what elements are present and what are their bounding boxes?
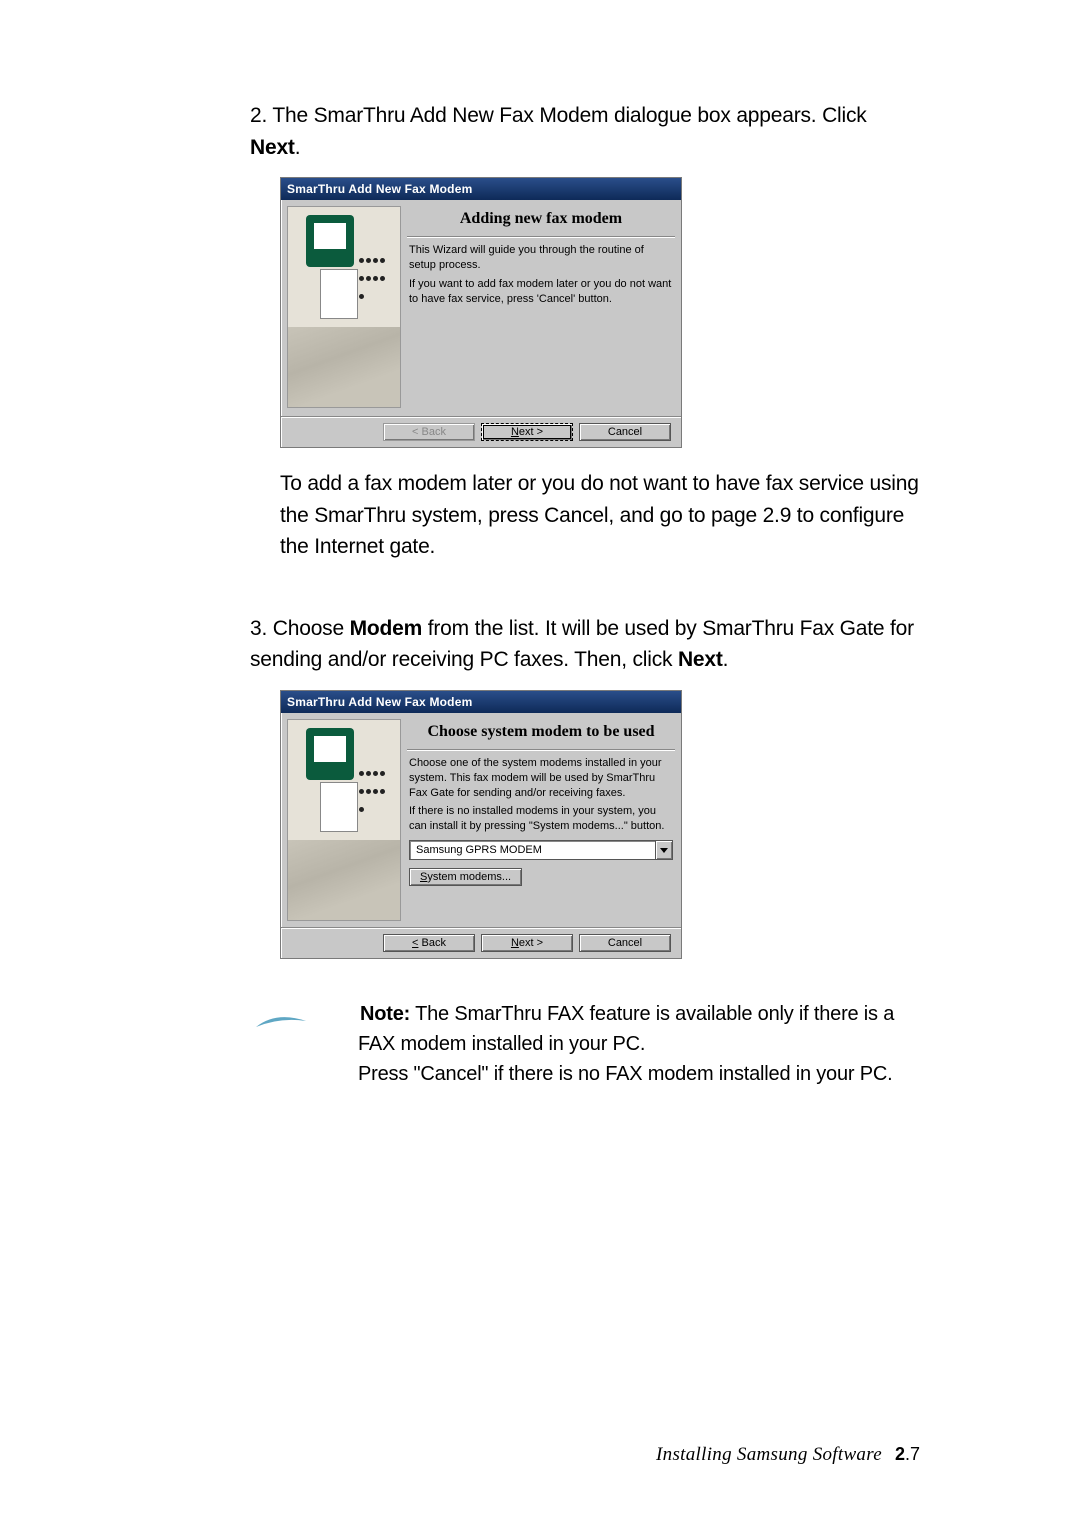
step-text: Choose bbox=[273, 617, 350, 640]
step-3: 3. Choose Modem from the list. It will b… bbox=[250, 613, 920, 676]
combo-value: Samsung GPRS MODEM bbox=[410, 841, 655, 859]
wizard-image bbox=[287, 206, 401, 408]
step-number: 3. bbox=[250, 617, 267, 640]
dialog-right-pane: Choose system modem to be used Choose on… bbox=[407, 719, 675, 921]
dialog-paragraph: This Wizard will guide you through the r… bbox=[409, 243, 673, 273]
emphasis-next: Next bbox=[678, 648, 723, 671]
emphasis-modem: Modem bbox=[350, 617, 423, 640]
separator bbox=[407, 236, 675, 237]
dialog-add-fax-modem-1: SmarThru Add New Fax Modem Adding new fa… bbox=[280, 177, 682, 448]
step-text-tail: . bbox=[295, 136, 301, 159]
chapter-number: 2 bbox=[895, 1444, 905, 1464]
back-button[interactable]: < Back bbox=[383, 423, 475, 441]
emphasis-next: Next bbox=[250, 136, 295, 159]
section-name: Installing Samsung Software bbox=[656, 1444, 882, 1465]
page-footer: Installing Samsung Software 2.7 bbox=[656, 1444, 920, 1466]
note-swoosh-icon bbox=[306, 1008, 360, 1022]
dialog-paragraph: If there is no installed modems in your … bbox=[409, 804, 673, 834]
page-number: .7 bbox=[905, 1444, 920, 1464]
content-column: 2. The SmarThru Add New Fax Modem dialog… bbox=[250, 100, 920, 1089]
dialog-title: SmarThru Add New Fax Modem bbox=[281, 691, 681, 713]
dialog-heading: Choose system modem to be used bbox=[407, 723, 675, 741]
chevron-down-icon[interactable] bbox=[655, 841, 672, 859]
dialog-heading: Adding new fax modem bbox=[407, 210, 675, 228]
note-text-line2: Press "Cancel" if there is no FAX modem … bbox=[250, 1059, 920, 1089]
paragraph: To add a fax modem later or you do not w… bbox=[280, 468, 920, 563]
dialog-paragraph: Choose one of the system modems installe… bbox=[409, 756, 673, 801]
dialog-body: Choose system modem to be used Choose on… bbox=[281, 713, 681, 927]
back-button[interactable]: < Back bbox=[383, 934, 475, 952]
note-block: Note: The SmarThru FAX feature is availa… bbox=[250, 999, 920, 1089]
cancel-button[interactable]: Cancel bbox=[579, 423, 671, 441]
step-number: 2. bbox=[250, 104, 267, 127]
note-label: Note: bbox=[360, 1003, 410, 1025]
next-button[interactable]: Next > bbox=[481, 934, 573, 952]
step-text-tail: . bbox=[723, 648, 729, 671]
next-button[interactable]: Next > bbox=[481, 423, 573, 441]
modem-combobox[interactable]: Samsung GPRS MODEM bbox=[409, 840, 673, 860]
dialog-paragraph: If you want to add fax modem later or yo… bbox=[409, 277, 673, 307]
cancel-button[interactable]: Cancel bbox=[579, 934, 671, 952]
wizard-image bbox=[287, 719, 401, 921]
system-modems-button[interactable]: System modems... bbox=[409, 868, 522, 886]
page: 2. The SmarThru Add New Fax Modem dialog… bbox=[0, 0, 1080, 1526]
dialog-body: Adding new fax modem This Wizard will gu… bbox=[281, 200, 681, 416]
step-text: The SmarThru Add New Fax Modem dialogue … bbox=[272, 104, 866, 127]
dialog-add-fax-modem-2: SmarThru Add New Fax Modem Choose system… bbox=[280, 690, 682, 959]
dialog-right-pane: Adding new fax modem This Wizard will gu… bbox=[407, 206, 675, 410]
dialog-button-row: < Back Next > Cancel bbox=[281, 416, 681, 447]
dialog-title: SmarThru Add New Fax Modem bbox=[281, 178, 681, 200]
separator bbox=[407, 749, 675, 750]
dialog-button-row: < Back Next > Cancel bbox=[281, 927, 681, 958]
note-text: The SmarThru FAX feature is available on… bbox=[358, 1003, 894, 1055]
step-2: 2. The SmarThru Add New Fax Modem dialog… bbox=[250, 100, 920, 163]
